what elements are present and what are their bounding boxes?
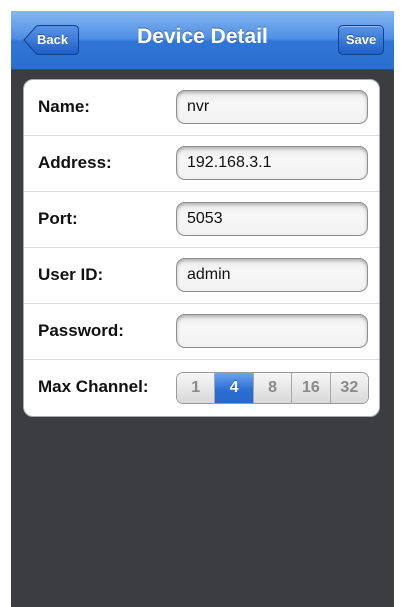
name-label: Name: xyxy=(38,97,90,116)
channel-option-16[interactable]: 16 xyxy=(292,373,331,403)
password-label: Password: xyxy=(38,321,124,340)
name-field[interactable] xyxy=(176,90,368,124)
device-form: Name: Address: Port: User ID: Password: … xyxy=(23,79,380,417)
port-row: Port: xyxy=(24,192,379,248)
address-label: Address: xyxy=(38,153,112,172)
address-row: Address: xyxy=(24,136,379,192)
channel-option-32[interactable]: 32 xyxy=(330,373,368,403)
max-channel-segmented-control: 1 4 8 16 32 xyxy=(176,372,369,404)
channel-option-8[interactable]: 8 xyxy=(253,373,293,403)
address-field[interactable] xyxy=(176,146,368,180)
user-id-field[interactable] xyxy=(176,258,368,292)
password-field[interactable] xyxy=(176,314,368,348)
password-row: Password: xyxy=(24,304,379,360)
name-row: Name: xyxy=(24,80,379,136)
page-title: Device Detail xyxy=(137,25,268,48)
max-channel-row: Max Channel: 1 4 8 16 32 xyxy=(24,360,379,416)
channel-option-1[interactable]: 1 xyxy=(177,373,216,403)
user-id-label: User ID: xyxy=(38,265,104,284)
max-channel-label: Max Channel: xyxy=(38,377,149,396)
port-field[interactable] xyxy=(176,202,368,236)
channel-option-4[interactable]: 4 xyxy=(215,373,254,403)
device-detail-screen: Back Device Detail Save Name: Address: P… xyxy=(11,11,394,607)
navigation-bar: Back Device Detail Save xyxy=(11,11,394,70)
save-button[interactable]: Save xyxy=(338,25,384,55)
port-label: Port: xyxy=(38,209,78,228)
user-id-row: User ID: xyxy=(24,248,379,304)
